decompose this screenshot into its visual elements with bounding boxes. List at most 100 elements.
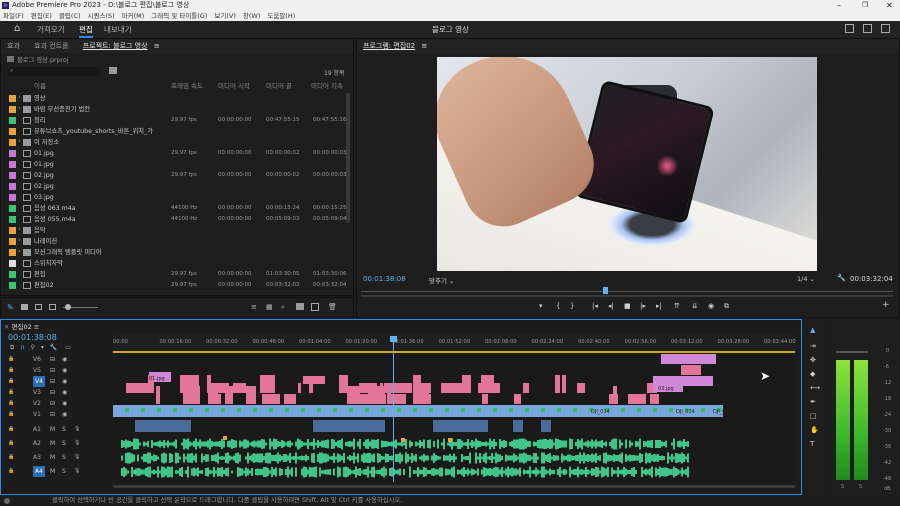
automate-icon[interactable]: ▦	[266, 303, 273, 311]
sort-icon[interactable]: ≡	[251, 303, 257, 311]
audio-waveform[interactable]	[339, 467, 341, 477]
audio-waveform[interactable]	[553, 470, 555, 474]
audio-waveform[interactable]	[465, 442, 467, 446]
audio-waveform[interactable]	[197, 442, 199, 446]
audio-waveform[interactable]	[197, 467, 199, 477]
audio-waveform[interactable]	[595, 467, 597, 477]
audio-waveform[interactable]	[373, 439, 375, 449]
audio-waveform[interactable]	[399, 442, 401, 446]
audio-waveform[interactable]	[499, 469, 501, 475]
clip-v2v3[interactable]	[523, 383, 529, 393]
clip-v2v3[interactable]	[441, 383, 445, 393]
label-color-swatch[interactable]	[9, 260, 16, 267]
audio-waveform[interactable]	[255, 469, 257, 475]
audio-waveform[interactable]	[635, 470, 637, 474]
audio-waveform[interactable]	[245, 439, 247, 449]
audio-waveform[interactable]	[359, 468, 361, 476]
audio-waveform[interactable]	[249, 442, 251, 446]
audio-waveform[interactable]	[491, 453, 493, 463]
audio-waveform[interactable]	[665, 440, 667, 448]
audio-waveform[interactable]	[625, 454, 627, 462]
track-label[interactable]: A1	[33, 424, 41, 435]
audio-waveform[interactable]	[651, 440, 653, 448]
audio-waveform[interactable]	[247, 468, 249, 476]
audio-waveform[interactable]	[373, 466, 375, 478]
audio-waveform[interactable]	[269, 470, 271, 474]
audio-waveform[interactable]	[445, 455, 447, 461]
audio-waveform[interactable]	[167, 466, 169, 478]
audio-waveform[interactable]	[475, 470, 477, 474]
lock-icon[interactable]: 🔒	[8, 365, 14, 376]
audio-waveform[interactable]	[625, 439, 627, 449]
sync-lock-icon[interactable]: ⊟	[50, 398, 55, 409]
clip-v2v3[interactable]	[126, 383, 140, 393]
audio-waveform[interactable]	[673, 456, 675, 460]
audio-waveform[interactable]	[275, 439, 277, 449]
audio-waveform[interactable]	[509, 442, 511, 446]
audio-waveform[interactable]	[371, 454, 373, 462]
clip-v2v3[interactable]	[188, 394, 200, 404]
audio-waveform[interactable]	[493, 439, 495, 449]
expand-icon[interactable]: ›	[18, 224, 21, 235]
audio-waveform[interactable]	[195, 453, 197, 463]
audio-waveform[interactable]	[669, 469, 671, 475]
audio-waveform[interactable]	[685, 442, 687, 446]
audio-waveform[interactable]	[343, 467, 345, 477]
audio-waveform[interactable]	[539, 470, 541, 474]
audio-waveform[interactable]	[567, 454, 569, 462]
meter-solo-left[interactable]: S	[841, 484, 844, 490]
audio-waveform[interactable]	[455, 442, 457, 446]
audio-waveform[interactable]	[301, 455, 303, 461]
audio-waveform[interactable]	[131, 453, 133, 463]
audio-waveform[interactable]	[663, 456, 665, 460]
audio-waveform[interactable]	[319, 442, 321, 446]
audio-waveform[interactable]	[575, 455, 577, 461]
audio-waveform[interactable]	[411, 453, 413, 463]
label-color-swatch[interactable]	[9, 249, 16, 256]
audio-waveform[interactable]	[349, 441, 351, 447]
audio-waveform[interactable]	[151, 470, 153, 474]
audio-waveform[interactable]	[349, 455, 351, 461]
project-item[interactable]: 03.jpg	[1, 192, 346, 203]
audio-waveform[interactable]	[121, 468, 123, 476]
tab-effect-controls[interactable]: 효과 컨트롤	[34, 42, 68, 50]
audio-waveform[interactable]	[631, 442, 633, 446]
audio-waveform[interactable]	[137, 439, 139, 449]
menu-item-7[interactable]: 창(W)	[243, 12, 260, 20]
audio-waveform[interactable]	[311, 442, 313, 446]
lock-icon[interactable]: 🔒	[8, 376, 14, 387]
audio-waveform[interactable]	[337, 466, 339, 478]
audio-waveform[interactable]	[611, 455, 613, 461]
clip-v2v3[interactable]	[217, 383, 220, 393]
audio-waveform[interactable]	[329, 469, 331, 475]
button-editor-icon[interactable]: +	[882, 300, 890, 310]
audio-waveform[interactable]	[407, 454, 409, 462]
tab-effects[interactable]: 효과	[7, 42, 20, 50]
audio-waveform[interactable]	[213, 442, 215, 446]
audio-waveform[interactable]	[607, 454, 609, 462]
audio-waveform[interactable]	[541, 439, 543, 449]
label-color-swatch[interactable]	[9, 106, 16, 113]
audio-waveform[interactable]	[131, 467, 133, 477]
audio-waveform[interactable]	[463, 442, 465, 446]
audio-waveform[interactable]	[481, 456, 483, 460]
audio-waveform[interactable]	[647, 440, 649, 448]
export-frame-icon[interactable]: ◉	[708, 302, 714, 310]
audio-waveform[interactable]	[629, 470, 631, 474]
audio-waveform[interactable]	[553, 442, 555, 446]
audio-waveform[interactable]	[535, 442, 537, 446]
audio-waveform[interactable]	[415, 441, 417, 447]
audio-waveform[interactable]	[403, 469, 405, 475]
audio-waveform[interactable]	[263, 456, 265, 460]
close-tab-icon[interactable]: ✕	[4, 323, 9, 331]
audio-waveform[interactable]	[195, 468, 197, 476]
audio-waveform[interactable]	[611, 467, 613, 477]
audio-waveform[interactable]	[515, 439, 517, 449]
audio-waveform[interactable]	[477, 468, 479, 476]
audio-waveform[interactable]	[207, 467, 209, 477]
audio-waveform[interactable]	[535, 453, 537, 463]
audio-waveform[interactable]	[217, 441, 219, 447]
audio-waveform[interactable]	[641, 454, 643, 462]
fx-badge[interactable]	[221, 408, 225, 412]
fx-badge[interactable]	[205, 408, 209, 412]
